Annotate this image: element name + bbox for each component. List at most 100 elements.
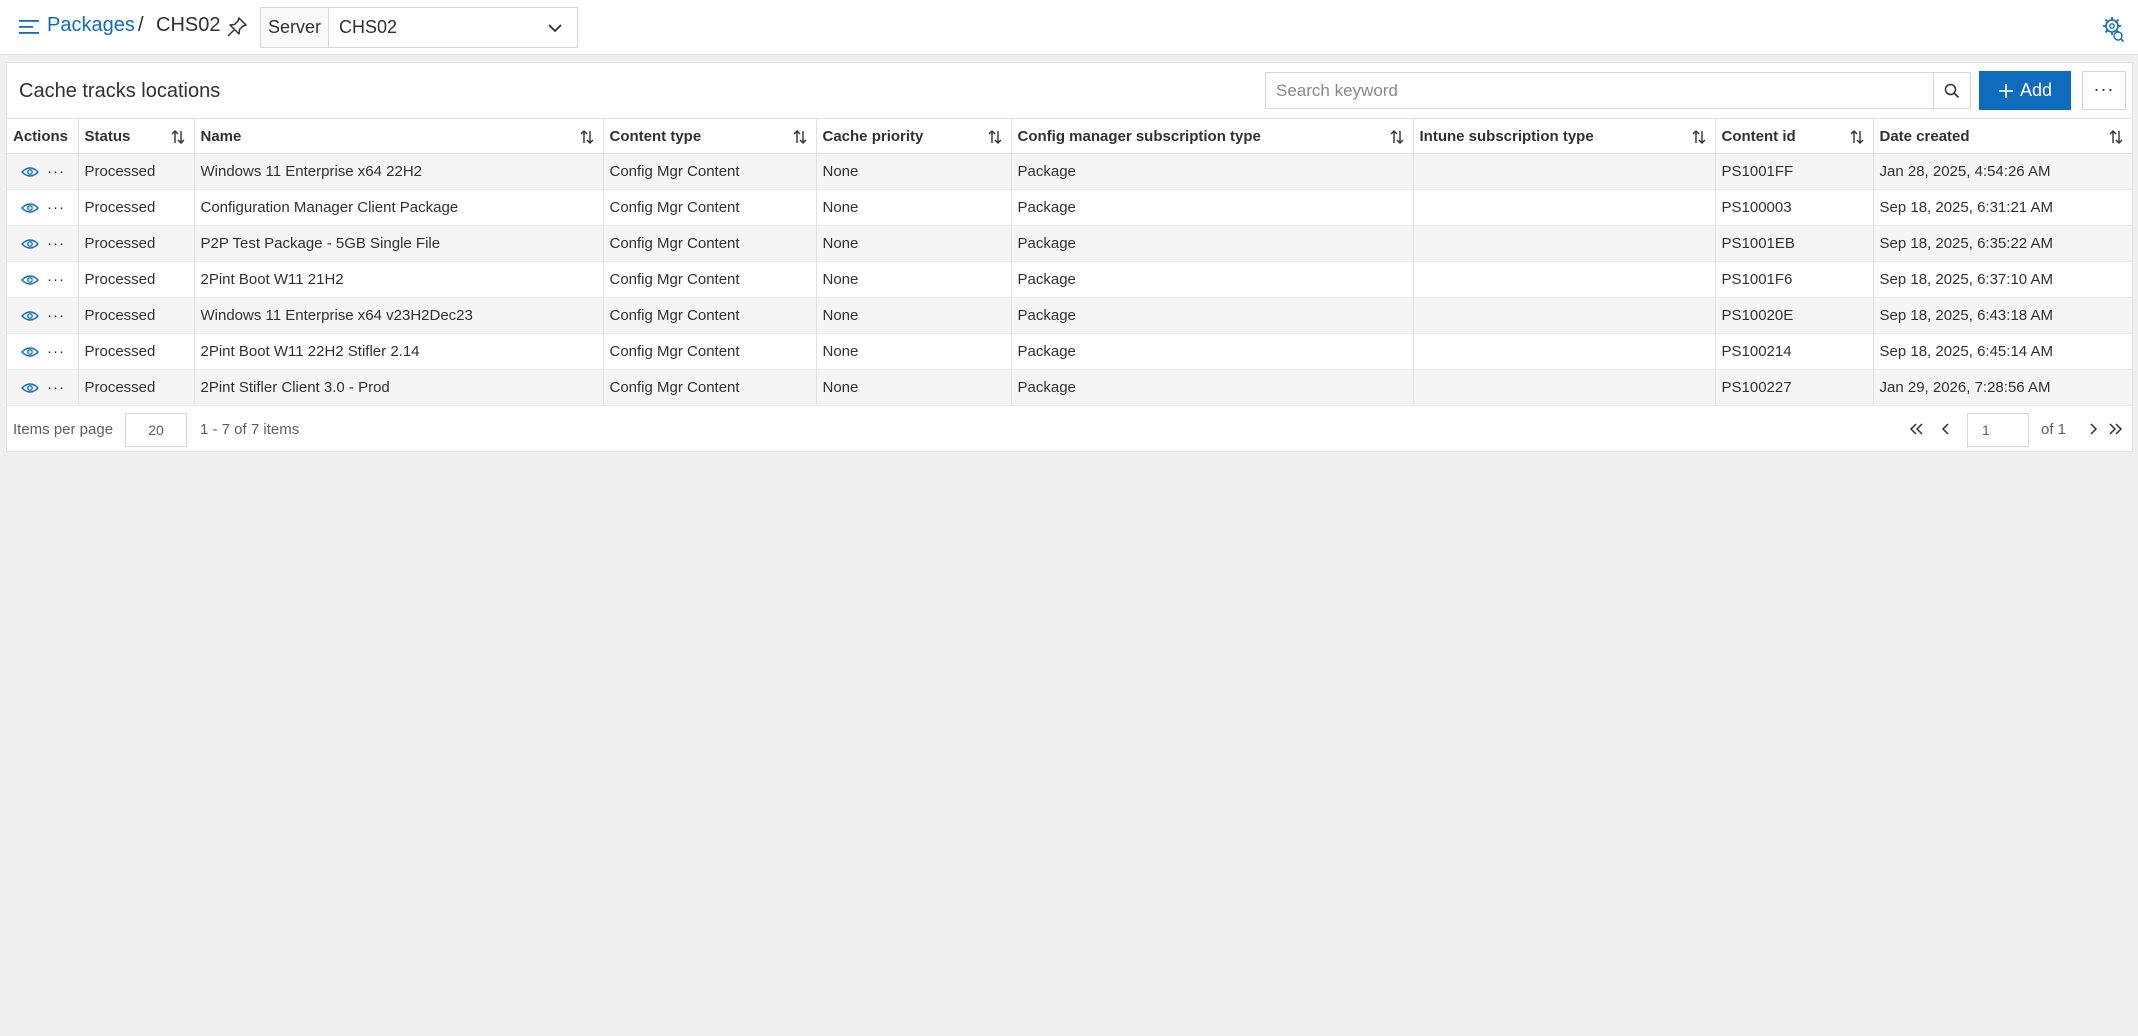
cell-content-id: PS1001EB	[1715, 225, 1874, 262]
server-dropdown-value: CHS02	[339, 17, 398, 37]
items-per-page-select[interactable]: 20	[125, 413, 187, 447]
sort-icon[interactable]	[792, 129, 808, 145]
column-header-name[interactable]: Name	[194, 118, 604, 154]
row-more-icon[interactable]: ···	[47, 343, 65, 360]
sort-icon[interactable]	[2108, 129, 2124, 145]
breadcrumb-separator: /	[138, 14, 144, 36]
cell-config-manager-subscription-type: Package	[1011, 369, 1414, 406]
cache-tracks-table: Actions Status Name Content type Cache p…	[7, 118, 2132, 406]
cell-cache-priority: None	[816, 189, 1012, 226]
cell-status: Processed	[78, 333, 195, 370]
row-more-icon[interactable]: ···	[47, 379, 65, 396]
row-actions: ···	[7, 153, 79, 190]
previous-page-icon[interactable]	[1937, 420, 1955, 438]
column-header-intune-subscription-type[interactable]: Intune subscription type	[1413, 118, 1716, 154]
pagination-bar: Items per page 20 1 - 7 of 7 items 1 of …	[7, 410, 2132, 450]
menu-icon[interactable]	[19, 17, 41, 37]
cell-name: 2Pint Boot W11 22H2 Stifler 2.14	[194, 333, 604, 370]
column-header-content-id[interactable]: Content id	[1715, 118, 1874, 154]
more-options-button[interactable]: ···	[2082, 71, 2126, 110]
view-eye-icon[interactable]	[21, 382, 39, 394]
row-actions: ···	[7, 225, 79, 262]
view-eye-icon[interactable]	[21, 310, 39, 322]
row-more-icon[interactable]: ···	[47, 307, 65, 324]
row-more-icon[interactable]: ···	[47, 235, 65, 252]
view-eye-icon[interactable]	[21, 202, 39, 214]
add-button-label: Add	[2019, 80, 2053, 100]
settings-gear-icon[interactable]	[2101, 15, 2125, 43]
server-selector: Server CHS02	[260, 7, 578, 48]
cell-config-manager-subscription-type: Package	[1011, 153, 1414, 190]
sort-icon[interactable]	[170, 129, 186, 145]
row-actions: ···	[7, 297, 79, 334]
cell-content-type: Config Mgr Content	[603, 225, 817, 262]
column-header-date-created[interactable]: Date created	[1873, 118, 2132, 154]
view-eye-icon[interactable]	[21, 346, 39, 358]
search-input[interactable]	[1266, 73, 1933, 108]
column-header-cache-priority[interactable]: Cache priority	[816, 118, 1012, 154]
chevron-down-icon	[548, 24, 562, 33]
cell-date-created: Sep 18, 2025, 6:43:18 AM	[1873, 297, 2132, 334]
cell-content-id: PS100227	[1715, 369, 1874, 406]
server-dropdown[interactable]: CHS02	[329, 8, 577, 47]
plus-icon	[1998, 83, 2013, 98]
cell-cache-priority: None	[816, 261, 1012, 298]
column-header-status[interactable]: Status	[78, 118, 195, 154]
sort-icon[interactable]	[579, 129, 595, 145]
cell-cache-priority: None	[816, 153, 1012, 190]
sort-icon[interactable]	[987, 129, 1003, 145]
cell-name: 2Pint Boot W11 21H2	[194, 261, 604, 298]
sort-icon[interactable]	[1849, 129, 1865, 145]
cell-content-type: Config Mgr Content	[603, 261, 817, 298]
cell-content-type: Config Mgr Content	[603, 153, 817, 190]
cell-content-type: Config Mgr Content	[603, 189, 817, 226]
row-more-icon[interactable]: ···	[47, 163, 65, 180]
cell-intune-subscription-type	[1413, 333, 1716, 370]
cell-date-created: Jan 29, 2026, 7:28:56 AM	[1873, 369, 2132, 406]
breadcrumb-packages-link[interactable]: Packages	[47, 14, 135, 37]
items-per-page-label: Items per page	[13, 421, 114, 438]
row-actions: ···	[7, 261, 79, 298]
row-more-icon[interactable]: ···	[47, 199, 65, 216]
last-page-icon[interactable]	[2107, 420, 2125, 438]
view-eye-icon[interactable]	[21, 274, 39, 286]
cell-intune-subscription-type	[1413, 189, 1716, 226]
cell-content-type: Config Mgr Content	[603, 297, 817, 334]
cell-name: P2P Test Package - 5GB Single File	[194, 225, 604, 262]
cell-status: Processed	[78, 153, 195, 190]
row-actions: ···	[7, 369, 79, 406]
sort-icon[interactable]	[1389, 129, 1405, 145]
first-page-icon[interactable]	[1907, 420, 1925, 438]
table-row: ··· Processed Windows 11 Enterprise x64 …	[7, 153, 2132, 190]
panel-title: Cache tracks locations	[19, 80, 221, 102]
next-page-icon[interactable]	[2084, 420, 2102, 438]
page-number-input[interactable]: 1	[1967, 413, 2029, 447]
view-eye-icon[interactable]	[21, 166, 39, 178]
cell-status: Processed	[78, 225, 195, 262]
cell-content-id: PS1001FF	[1715, 153, 1874, 190]
cell-intune-subscription-type	[1413, 297, 1716, 334]
sort-icon[interactable]	[1691, 129, 1707, 145]
cell-config-manager-subscription-type: Package	[1011, 261, 1414, 298]
cell-cache-priority: None	[816, 369, 1012, 406]
cell-content-id: PS10020E	[1715, 297, 1874, 334]
add-button[interactable]: Add	[1979, 71, 2071, 110]
cell-date-created: Sep 18, 2025, 6:31:21 AM	[1873, 189, 2132, 226]
row-more-icon[interactable]: ···	[47, 271, 65, 288]
pin-icon[interactable]	[226, 16, 248, 38]
row-actions: ···	[7, 333, 79, 370]
cell-intune-subscription-type	[1413, 261, 1716, 298]
view-eye-icon[interactable]	[21, 238, 39, 250]
cell-config-manager-subscription-type: Package	[1011, 297, 1414, 334]
cell-intune-subscription-type	[1413, 225, 1716, 262]
cell-status: Processed	[78, 261, 195, 298]
column-header-config-manager-subscription-type[interactable]: Config manager subscription type	[1011, 118, 1414, 154]
cell-intune-subscription-type	[1413, 153, 1716, 190]
table-header-row: Actions Status Name Content type Cache p…	[7, 118, 2132, 154]
search-button[interactable]	[1933, 73, 1970, 108]
cell-status: Processed	[78, 369, 195, 406]
column-header-content-type[interactable]: Content type	[603, 118, 817, 154]
cell-name: Windows 11 Enterprise x64 22H2	[194, 153, 604, 190]
cell-cache-priority: None	[816, 297, 1012, 334]
cell-content-id: PS100214	[1715, 333, 1874, 370]
